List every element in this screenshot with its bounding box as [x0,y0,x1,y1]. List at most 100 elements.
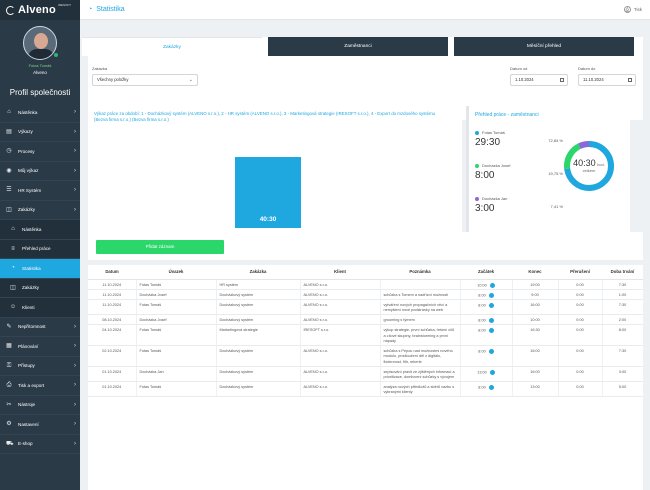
table-cell: 11.10.2024 [88,289,137,300]
main-content: Zakázky Zaměstnanci Měsíční přehled Zaká… [80,20,650,490]
cell-text: 7:30 [618,302,627,307]
stats-icon: ◔ [88,6,93,13]
calendar-icon[interactable] [560,78,564,82]
chevron-right-icon: › [74,382,76,389]
chevron-right-icon: › [74,206,76,213]
cell-text: ALVENO s.r.o. [303,369,328,374]
table-cell: 01.10.2024 [88,366,137,382]
topbar: ◔ Statistika ⎙ Tisk [80,0,650,20]
table-cell: 0:00 [558,366,603,382]
table-cell: ALVENO s.r.o. [300,279,381,290]
date-from-label: Datum od [510,66,528,71]
sidebar-item-label: Nástroje [18,402,36,408]
cell-text: analýza nových přfedložů a sběrů vazbu s… [383,384,455,395]
cell-text: sepisování pravit ze zjištěných informac… [383,369,455,380]
sidebar-item-hr-systém[interactable]: ☰ HR Systém › [0,181,80,201]
cart-icon: ⛟ [6,440,14,447]
table-cell: 16:00 [512,366,559,382]
sidebar-item-nástěnka[interactable]: ⌂ Nástěnka › [0,103,80,123]
sidebar-item-zakázky[interactable]: ◫ Zakázky › [0,201,80,220]
company-profile-link[interactable]: Profil společnosti [0,83,80,103]
table-row[interactable]: 11.10.2024 Docházka Josef Docházkový systé… [88,289,643,300]
sidebar-item-nastavení[interactable]: ⚙ Nastavení › [0,415,80,435]
avatar[interactable] [23,26,57,60]
table-row[interactable]: 11.10.2024 Fotas Tomáš Docházkový systém AL… [88,299,643,315]
table-cell: Docházkový systém [216,299,301,315]
cell-text: 11.10.2024 [102,282,122,287]
column-header[interactable]: Začátek [460,265,512,280]
column-header[interactable]: Přerušení [558,265,602,280]
date-to-input[interactable]: 11.10.2024 [578,74,636,86]
sidebar-item-nástěnka[interactable]: ⌂ Nástěnka [0,220,80,240]
print-icon: ⎙ [6,382,12,389]
table-row[interactable]: 04.10.2024 Fotas Tomáš Marketingová strate… [88,324,643,346]
column-header[interactable]: Úvazek [136,265,216,280]
table-cell: Docházkový systém [216,289,301,300]
calendar-icon[interactable] [628,78,632,82]
table-row[interactable]: 01.10.2024 Fotas Tomáš Docházkový systém AL… [88,381,643,397]
date-to-label: Datum do [578,66,596,71]
print-button[interactable]: ⎙ Tisk [623,6,642,13]
logo[interactable]: Alveno IRESOFT [0,0,80,20]
sidebar-item-klienti[interactable]: ☺ Klienti [0,298,80,318]
sidebar-item-výkazy[interactable]: ▤ Výkazy › [0,123,80,142]
sidebar-item-e-shop[interactable]: ⛟ E-shop › [0,435,80,454]
table-row[interactable]: 08.10.2024 Docházka Josef Docházkový systé… [88,314,643,325]
cell-text: 2:00 [618,317,627,322]
tab-orders[interactable]: Zakázky [82,37,262,56]
sidebar-item-tisk-a-export[interactable]: ⎙ Tisk a export › [0,376,80,396]
table-cell: Marketingová strategie [216,324,301,346]
table-row[interactable]: 11.10.2024 Fotas Tomáš HR systém ALVENO s.r… [88,279,643,290]
table-cell: 8:00 [460,289,513,300]
table-cell: 0:00 [558,314,603,325]
sidebar-item-procesy[interactable]: ◷ Procesy › [0,142,80,162]
table-cell: 16:00 [512,299,559,315]
table-cell: ALVENO s.r.o. [300,366,381,382]
table-cell: schůzka s Tomem a nadřízní možnosti [380,289,461,300]
sidebar-item-statistika[interactable]: ◔ Statistika [0,259,80,279]
tab-employees[interactable]: Zaměstnanci [268,37,448,56]
cell-text: Fotas Tomáš [139,302,162,307]
column-header[interactable]: Datum [88,265,136,280]
order-select[interactable]: Všechny položky ⌄ [92,74,198,86]
table-cell: 8:00 [602,324,643,346]
sidebar-item-nepřítomnost[interactable]: ✎ Nepřítomnost › [0,318,80,337]
cell-text: grooming s týmem [383,317,415,322]
cell-text: 8:00 [478,328,486,333]
filter-area: Zakázka Všechny položky ⌄ Datum od 1.10.… [92,66,636,86]
profile-name[interactable]: Fotas Tomáš [0,63,80,68]
add-record-button[interactable]: Přidat záznam [96,240,224,254]
sidebar-item-zakázky[interactable]: ◫ Zakázky [0,278,80,298]
column-header[interactable]: Poznámka [380,265,460,280]
sidebar-item-label: Statistika [22,265,41,271]
table-cell: 13:00 [512,381,559,397]
column-header[interactable]: Klient [300,265,380,280]
chart-title: Výkaz práce za období: 1 - Docházkový sy… [94,111,436,122]
column-header[interactable]: Zakázka [216,265,300,280]
cell-text: 0:00 [576,292,584,297]
sidebar-item-můj-výkaz[interactable]: ◉ Můj výkaz › [0,162,80,181]
table-cell: ALVENO s.r.o. [300,314,381,325]
sidebar-item-plánování[interactable]: ▦ Plánování › [0,337,80,357]
print-label: Tisk [633,7,642,12]
table-cell: Fotas Tomáš [136,381,217,397]
cell-text: ALVENO s.r.o. [303,292,328,297]
table-row[interactable]: 01.10.2024 Docházka Jan Docházkový systém A… [88,366,643,382]
status-icon [488,348,494,354]
date-from-input[interactable]: 1.10.2024 [510,74,568,86]
tab-monthly-overview[interactable]: Měsíční přehled [454,37,634,56]
sidebar-item-nástroje[interactable]: ✂ Nástroje › [0,396,80,415]
sidebar-item-přístupy[interactable]: ⚿ Přístupy › [0,357,80,376]
cell-text: Fotas Tomáš [139,327,162,332]
briefcase-icon: ◫ [10,284,16,291]
table-row[interactable]: 02.10.2024 Fotas Tomáš Docházkový systém AL… [88,345,643,367]
table-cell: 8:00 [460,324,513,346]
sidebar-item-přehled-práce[interactable]: ≡ Přehled práce [0,239,80,259]
cell-text: 5:00 [618,384,627,389]
chevron-right-icon: › [74,323,76,330]
table-cell: Docházkový systém [216,314,301,325]
stats-icon: ◔ [11,265,15,272]
column-header[interactable]: Doba trvání [602,265,643,280]
column-header[interactable]: Konec [512,265,558,280]
table-cell: sepisování pravit ze zjištěných informac… [380,366,461,382]
